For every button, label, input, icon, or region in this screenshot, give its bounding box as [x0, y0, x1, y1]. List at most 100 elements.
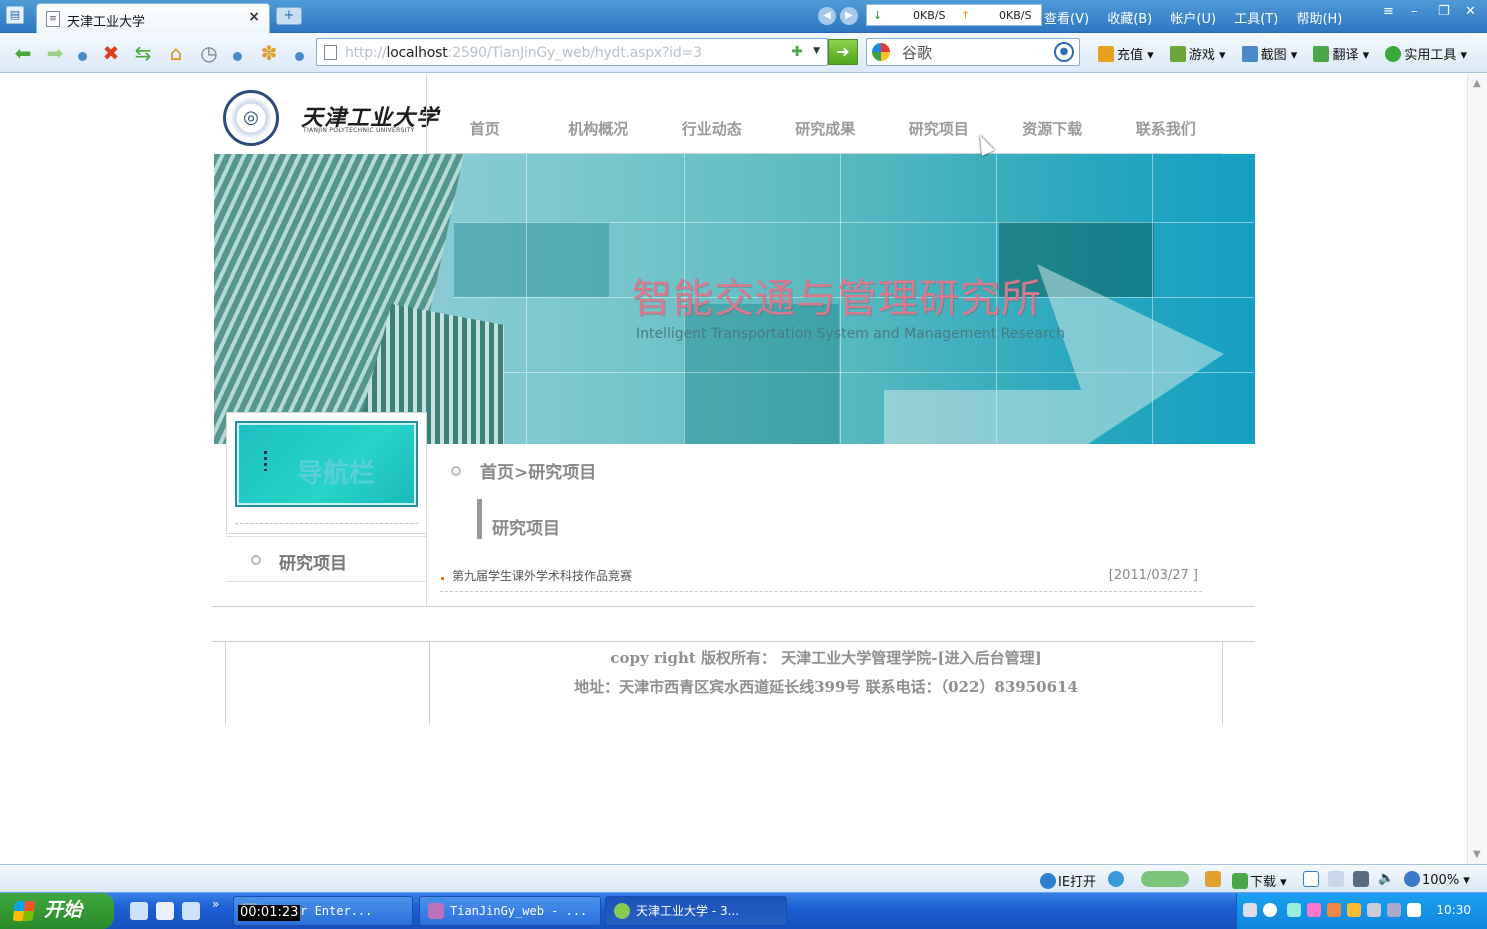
go-button[interactable]: ➜ [828, 39, 858, 65]
menu-help[interactable]: 帮助(H) [1296, 12, 1342, 27]
vertical-scrollbar[interactable]: ▲ ▼ [1467, 74, 1487, 864]
tools-bar: 充值 ▾ 游戏 ▾ 截图 ▾ 翻译 ▾ 实用工具 ▾ [1098, 44, 1479, 63]
paw-icon[interactable]: ✽ [256, 40, 282, 66]
new-tab-button[interactable]: + [276, 7, 302, 25]
nav-home[interactable]: 首页 [428, 108, 542, 153]
zoom-control[interactable]: 100% ▾ [1404, 871, 1470, 888]
window-restore-icon[interactable]: ❐ [1438, 4, 1450, 19]
menu-favorites[interactable]: 收藏(B) [1107, 12, 1152, 27]
nav-about[interactable]: 机构概况 [542, 108, 656, 153]
sidebar: 导航栏 [226, 412, 427, 534]
qq-icon[interactable] [1327, 903, 1341, 917]
nav-downloads[interactable]: 资源下载 [996, 108, 1110, 153]
volume-icon[interactable] [1367, 903, 1381, 917]
forward-icon[interactable]: ➡ [42, 40, 68, 66]
nav-contact[interactable]: 联系我们 [1109, 108, 1223, 153]
google-icon[interactable] [872, 43, 890, 61]
download-icon [1232, 873, 1248, 889]
page-icon [324, 45, 337, 60]
footer-copyright[interactable]: copy right 版权所有： 天津工业大学管理学院-[进入后台管理] [431, 647, 1221, 668]
window-menu-icon[interactable]: ≡ [1383, 4, 1394, 19]
system-tray: 10:30 [1236, 893, 1487, 929]
utilities-button[interactable]: 实用工具 ▾ [1385, 46, 1467, 63]
refresh-icon[interactable]: ⇆ [130, 40, 156, 66]
university-seal-icon[interactable]: ◎ [223, 90, 279, 146]
network-icon[interactable] [1287, 903, 1301, 917]
tab-scroll-right-icon[interactable]: ▶ [840, 7, 858, 25]
quicklaunch-ie-icon[interactable] [156, 902, 174, 920]
search-icon[interactable]: ● [1054, 42, 1074, 62]
news-icon[interactable] [1205, 871, 1223, 888]
quicklaunch-more-icon[interactable]: » [212, 897, 219, 911]
tab-scroll-left-icon[interactable]: ◀ [818, 7, 836, 25]
notes-icon[interactable] [1328, 871, 1346, 888]
history-dropdown-icon[interactable] [78, 52, 87, 61]
speaker-icon[interactable]: 🔈 [1378, 871, 1394, 886]
footer-border [1222, 642, 1223, 724]
search-box[interactable]: ● [866, 38, 1080, 66]
download-arrow-icon: ↓ [873, 9, 883, 22]
recent-pages-icon[interactable]: ◷ [196, 40, 222, 66]
browser-menu: 查看(V) 收藏(B) 帐户(U) 工具(T) 帮助(H) [1044, 8, 1356, 27]
recent-dropdown-icon[interactable] [233, 52, 242, 61]
menu-account[interactable]: 帐户(U) [1170, 12, 1216, 27]
task-browser[interactable]: 天津工业大学 - 3... [605, 896, 787, 926]
list-item: 第九届学生课外学术科技作品竞赛 [2011/03/27 ] [440, 564, 1202, 592]
start-button[interactable]: 开始 [0, 893, 114, 929]
tray-app-icon[interactable] [1307, 903, 1321, 917]
back-icon[interactable]: ⬅ [10, 40, 36, 66]
upload-arrow-icon: ↑ [961, 9, 971, 22]
address-bar[interactable]: http://localhost:2590/TianJinGy_web/hydt… [316, 38, 828, 66]
tray-clock[interactable]: 10:30 [1436, 903, 1471, 917]
quicklaunch-doc-icon[interactable] [182, 902, 200, 920]
nav-research-results[interactable]: 研究成果 [769, 108, 883, 153]
security-icon[interactable] [1387, 903, 1401, 917]
input-method-icon[interactable] [1407, 903, 1421, 917]
tray-expand-icon[interactable] [1263, 903, 1277, 917]
scroll-up-icon[interactable]: ▲ [1473, 78, 1481, 89]
screenshot-button[interactable]: 截图 ▾ [1241, 46, 1297, 63]
ie-open-button[interactable]: IE打开 [1040, 871, 1096, 890]
qq-icon-2[interactable] [1347, 903, 1361, 917]
keyboard-icon[interactable] [1243, 903, 1257, 917]
recharge-button[interactable]: 充值 ▾ [1098, 46, 1154, 63]
content-divider [212, 606, 1255, 607]
browser-app-icon[interactable]: ▤ [6, 6, 24, 24]
toggle-icon[interactable] [1141, 871, 1191, 888]
search-input[interactable] [902, 43, 1042, 61]
globe-icon[interactable] [1108, 871, 1126, 888]
speed-meter: ↓ 0KB/S ↑ 0KB/S [866, 4, 1042, 26]
nav-industry-news[interactable]: 行业动态 [655, 108, 769, 153]
window-icon[interactable] [1303, 871, 1321, 888]
menu-tools[interactable]: 工具(T) [1234, 12, 1278, 27]
translate-button[interactable]: 翻译 ▾ [1313, 46, 1369, 63]
scroll-down-icon[interactable]: ▼ [1473, 849, 1481, 860]
games-button[interactable]: 游戏 ▾ [1169, 46, 1226, 63]
news-title-link[interactable]: 第九届学生课外学术科技作品竞赛 [452, 567, 632, 584]
home-icon[interactable]: ⌂ [163, 40, 189, 66]
tab-close-icon[interactable]: × [248, 9, 260, 25]
list-bullet [441, 577, 444, 580]
quicklaunch-desktop-icon[interactable] [130, 902, 148, 920]
sidebar-item-research-projects[interactable]: 研究项目 [226, 536, 427, 582]
logo-divider [426, 74, 427, 154]
translate-icon [1313, 46, 1330, 62]
sidebar-header: 导航栏 [235, 421, 418, 507]
task-visual-studio[interactable]: TianJinGy_web - ... [419, 896, 601, 926]
printer-icon[interactable] [1353, 871, 1371, 888]
window-close-icon[interactable]: ✕ [1465, 4, 1476, 19]
status-bar: IE打开 下载 ▾ 🔈 100% ▾ [0, 864, 1487, 892]
screenshot-icon [1241, 46, 1258, 62]
footer-border [225, 642, 226, 724]
address-dropdown-icon[interactable]: ▼ [813, 46, 820, 56]
window-minimize-icon[interactable]: – [1411, 4, 1418, 19]
stop-icon[interactable]: ✖ [98, 40, 124, 66]
banner-block [684, 304, 839, 444]
browser-tab-active[interactable]: ≡ 天津工业大学 × [36, 3, 270, 33]
recharge-icon [1098, 46, 1114, 62]
download-button[interactable]: 下载 ▾ [1232, 871, 1287, 890]
paw-dropdown-icon[interactable] [295, 52, 304, 61]
menu-view[interactable]: 查看(V) [1044, 12, 1089, 27]
address-url[interactable]: http://localhost:2590/TianJinGy_web/hydt… [345, 45, 702, 61]
security-shield-icon[interactable]: ✚ [791, 44, 803, 60]
